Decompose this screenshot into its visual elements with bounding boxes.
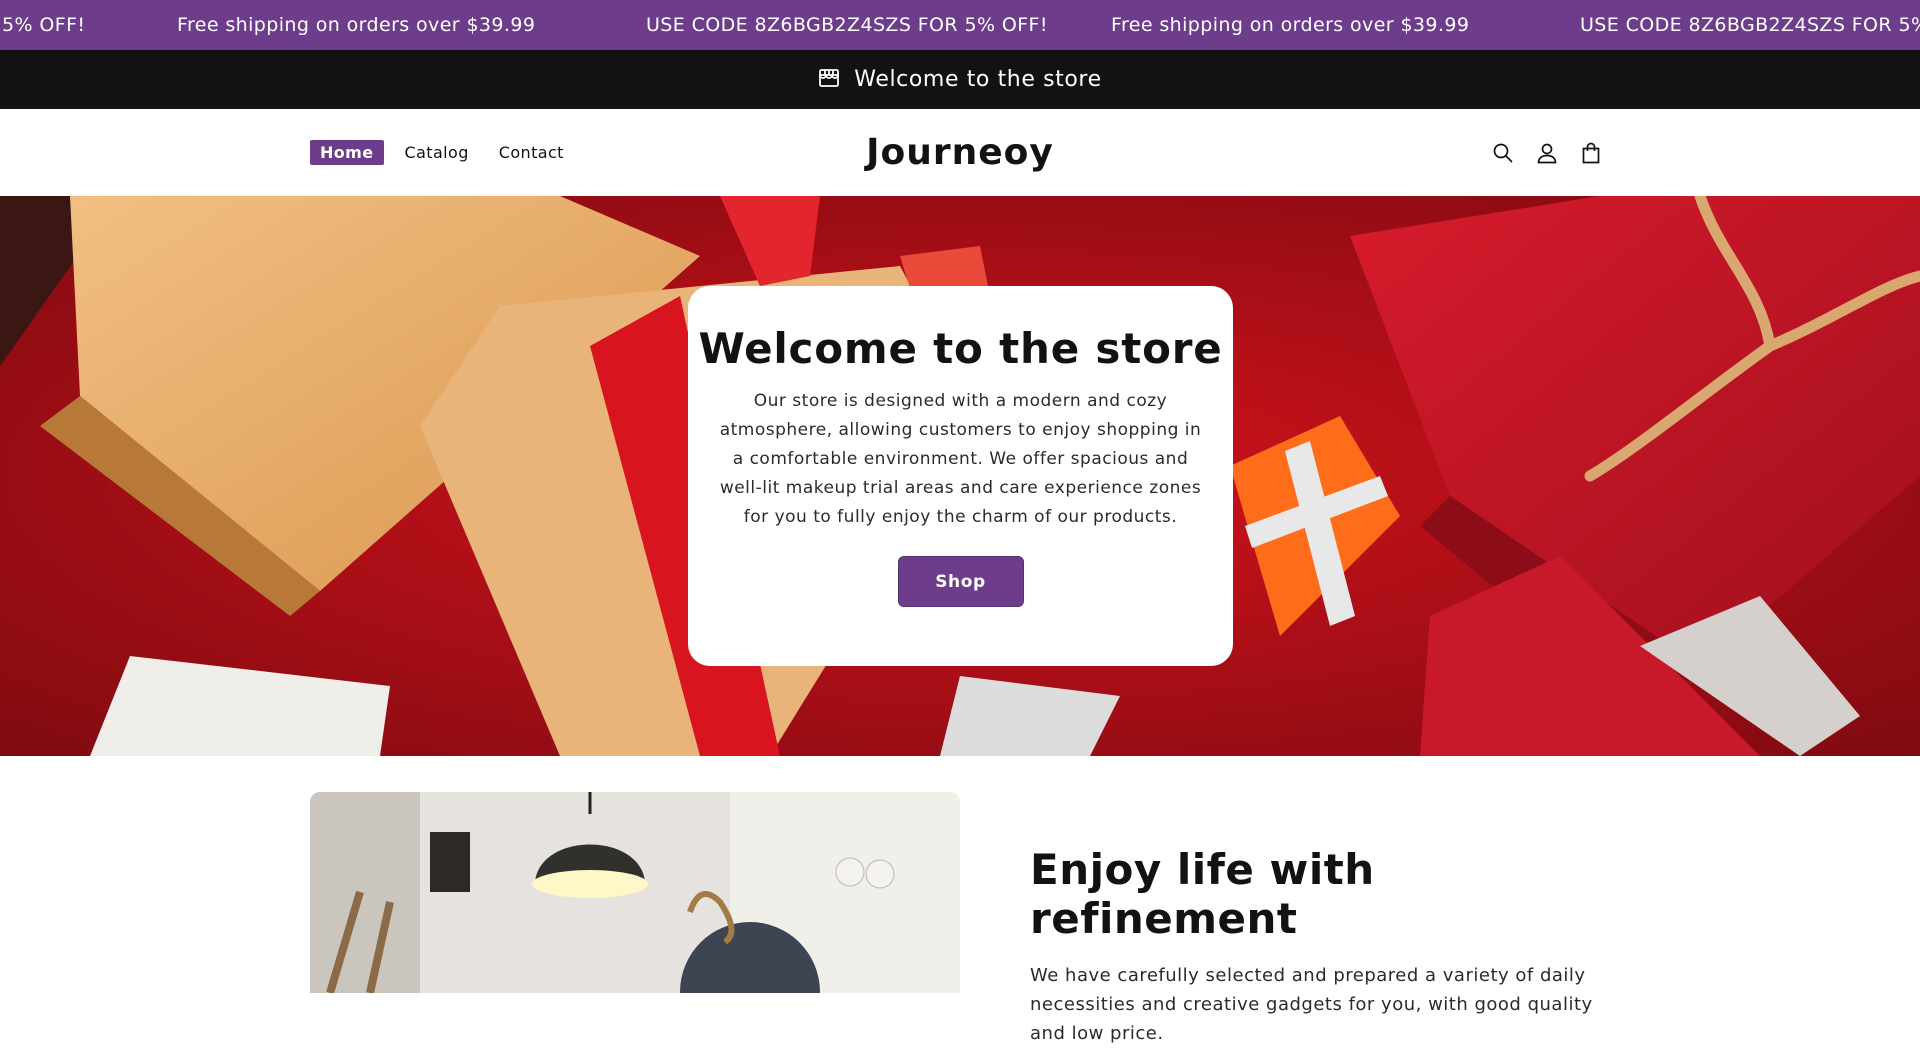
marquee-item: Free shipping on orders over $39.99 (1111, 14, 1470, 36)
feature-title: Enjoy life with refinement (1030, 845, 1375, 943)
marquee-item: USE CODE 8Z6BGB2Z4SZS FOR 5% O (1580, 14, 1920, 36)
cart-icon[interactable] (1578, 140, 1604, 166)
nav-contact[interactable]: Contact (490, 139, 573, 166)
store-icon (818, 67, 840, 93)
marquee-item: USE CODE 8Z6BGB2Z4SZS FOR 5% OFF! (646, 14, 1048, 36)
nav-catalog[interactable]: Catalog (396, 139, 478, 166)
site-header: Home Catalog Contact Journeoy (0, 109, 1920, 197)
hero-title: Welcome to the store (698, 324, 1223, 373)
announcement-text: Welcome to the store (854, 67, 1102, 92)
hero-banner: Welcome to the store Our store is design… (0, 196, 1920, 756)
main-nav: Home Catalog Contact (310, 109, 573, 196)
hero-body: Our store is designed with a modern and … (719, 391, 1202, 527)
feature-body: We have carefully selected and prepared … (1030, 965, 1593, 1044)
account-icon[interactable] (1534, 140, 1560, 166)
shop-button[interactable]: Shop (897, 556, 1024, 607)
announcement-bar: Welcome to the store (0, 50, 1920, 109)
marquee-item: Free shipping on orders over $39.99 (177, 14, 536, 36)
header-icons (1490, 109, 1604, 196)
feature-text: Enjoy life with refinement We have caref… (1030, 845, 1610, 1048)
search-icon[interactable] (1490, 140, 1516, 166)
hero-card: Welcome to the store Our store is design… (688, 286, 1233, 666)
promo-marquee: 5% OFF! Free shipping on orders over $39… (0, 0, 1920, 50)
store-interior-image (310, 792, 960, 993)
logo-wrap: Journeoy (0, 109, 1920, 196)
nav-home[interactable]: Home (310, 140, 384, 165)
store-logo[interactable]: Journeoy (866, 132, 1054, 173)
marquee-item: 5% OFF! (2, 14, 86, 36)
